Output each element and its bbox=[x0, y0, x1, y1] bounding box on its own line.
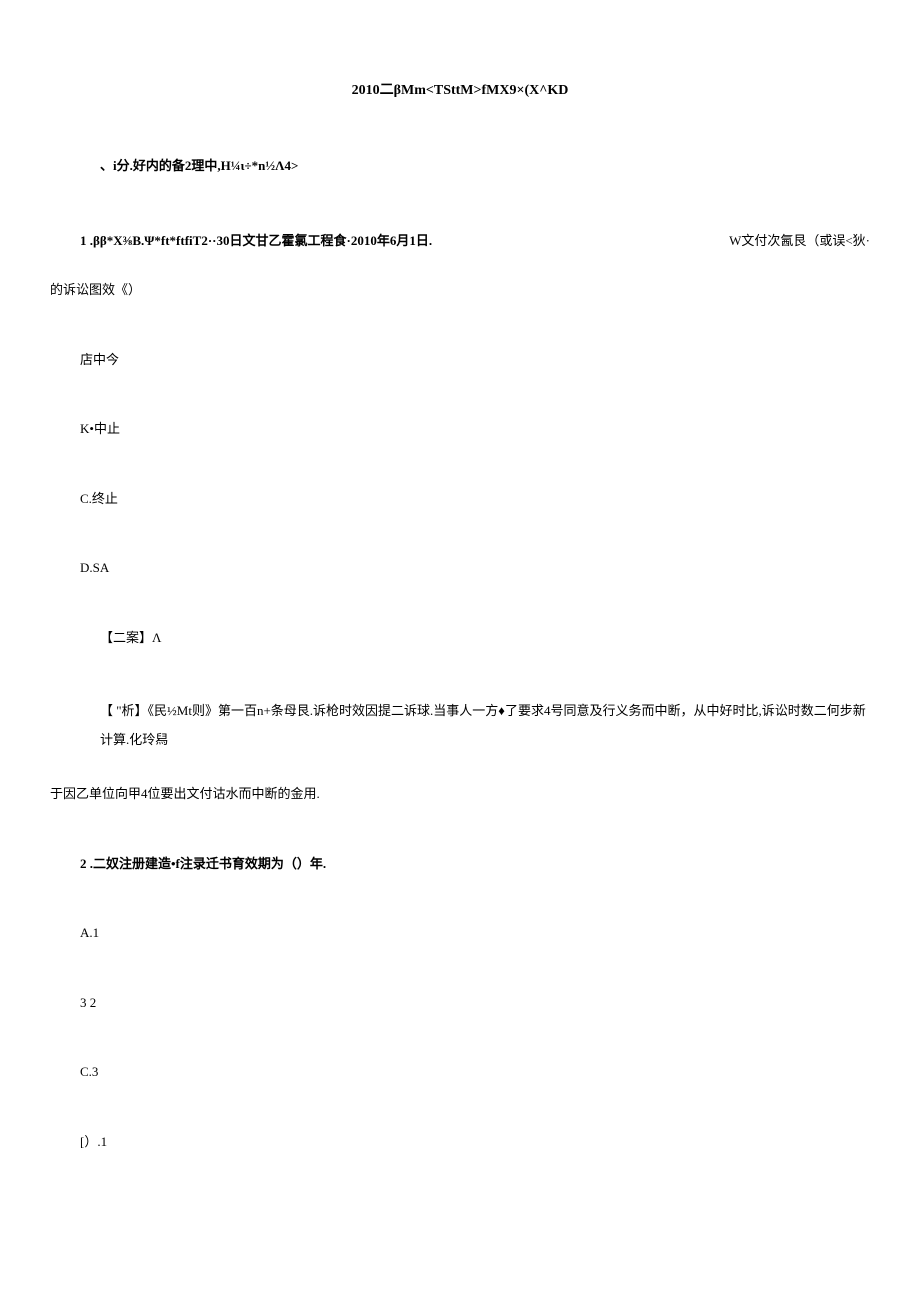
q1-option-b: K•中止 bbox=[80, 419, 870, 439]
q1-option-a: 店中今 bbox=[80, 350, 870, 370]
q1-stem-line1: 1 .ββ*X⅜B.Ψ*ft*ftfiT2··30日文甘乙霍氯工程食·2010年… bbox=[80, 231, 870, 251]
section-heading: 、i分.好内的备2理中,H¼ι÷*n½Λ4> bbox=[100, 156, 870, 176]
q1-analysis-cont: 于因乙单位向甲4位要出文付诂水而中断的金用. bbox=[50, 784, 870, 804]
q2-option-c: C.3 bbox=[80, 1062, 870, 1082]
q1-option-d: D.SA bbox=[80, 558, 870, 578]
q2-option-a: A.1 bbox=[80, 923, 870, 943]
q1-stem-line2: 的诉讼图效《） bbox=[50, 280, 870, 300]
q1-option-c: C.终止 bbox=[80, 489, 870, 509]
q1-answer: 【二案】Λ bbox=[100, 628, 870, 648]
q1-analysis: 【 "析】《民½Mt则》第一百n+条母艮.诉枪时效因提二诉球.当事人一方♦了要求… bbox=[100, 697, 870, 754]
document-page: 2010二βMm<TSttM>fMX9×(X^KD 、i分.好内的备2理中,H¼… bbox=[0, 0, 920, 1261]
q2-stem: 2 .二奴注册建造•f注录迁书育效期为（）年. bbox=[80, 854, 870, 874]
q2-option-b: 3 2 bbox=[80, 993, 870, 1013]
q2-option-d: [）.1 bbox=[80, 1132, 870, 1152]
q1-stem-left: 1 .ββ*X⅜B.Ψ*ft*ftfiT2··30日文甘乙霍氯工程食·2010年… bbox=[80, 231, 432, 251]
page-title: 2010二βMm<TSttM>fMX9×(X^KD bbox=[50, 80, 870, 101]
question-1: 1 .ββ*X⅜B.Ψ*ft*ftfiT2··30日文甘乙霍氯工程食·2010年… bbox=[50, 231, 870, 804]
question-2: 2 .二奴注册建造•f注录迁书育效期为（）年. A.1 3 2 C.3 [）.1 bbox=[50, 854, 870, 1152]
q1-stem-right: W文付次氥艮（或误<狄· bbox=[729, 231, 870, 251]
